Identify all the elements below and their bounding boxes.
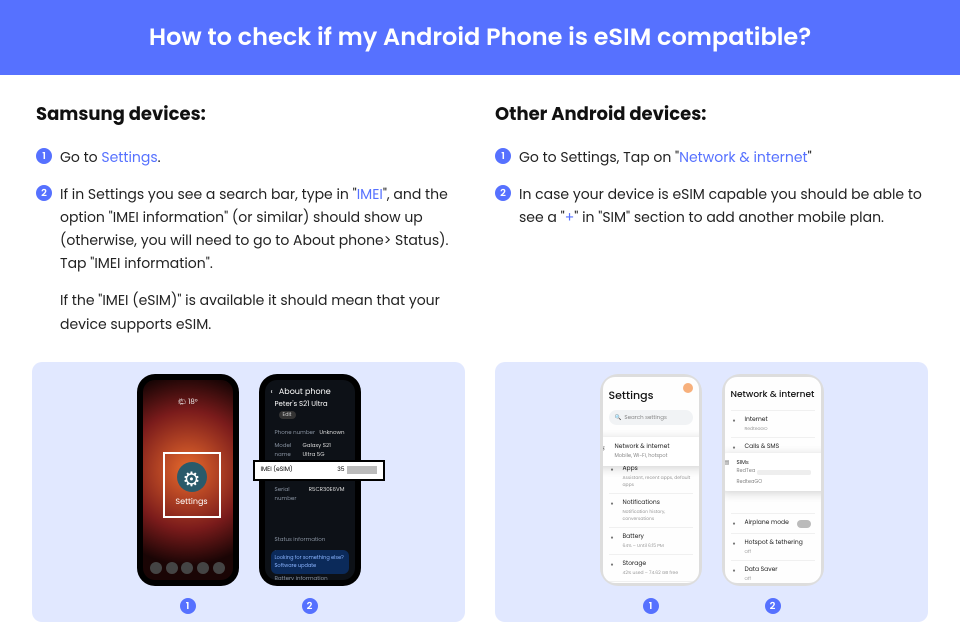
other-step-2: In case your device is eSIM capable you … xyxy=(495,183,924,229)
text: Go to Settings, Tap on " xyxy=(519,147,679,167)
settings-screen: Settings 🔍 Search settings AppsAssistant… xyxy=(603,377,699,583)
text: " in "SIM" section to add another mobile… xyxy=(574,207,884,227)
table-row: Model nameGalaxy S21 Ultra 5G xyxy=(271,439,349,461)
edit-button: Edit xyxy=(279,411,296,419)
imei-esim-label: IMEI (eSIM) xyxy=(261,466,293,475)
gear-icon xyxy=(177,462,207,492)
instructions-columns: Samsung devices: Go to Settings. If in S… xyxy=(0,75,960,350)
shot-badge-2: 2 xyxy=(302,598,318,614)
hero-title: How to check if my Android Phone is eSIM… xyxy=(0,0,960,75)
samsung-column: Samsung devices: Go to Settings. If in S… xyxy=(36,101,465,350)
samsung-shot-2-wrap: ‹ About phone Peter's S21 Ultra Edit Pho… xyxy=(259,374,361,614)
sims-label: SIMs xyxy=(737,458,821,467)
shot-badge-2: 2 xyxy=(765,598,781,614)
plus-link[interactable]: + xyxy=(565,207,575,227)
samsung-step-2: If in Settings you see a search bar, typ… xyxy=(36,183,465,275)
imei-link[interactable]: IMEI xyxy=(357,184,383,204)
settings-app-highlight: Settings xyxy=(163,452,221,518)
sim-bar xyxy=(757,470,811,475)
network-internet-callout: Network & internet Mobile, Wi-Fi, hotspo… xyxy=(603,437,699,466)
shot-badge-1: 1 xyxy=(643,598,659,614)
other-shot-2-wrap: Network & internet InternetRedteaGO Call… xyxy=(722,374,824,614)
settings-title: Settings xyxy=(609,387,693,404)
about-phone-header: About phone xyxy=(279,386,331,397)
list-item: Data SaverOff xyxy=(731,560,815,583)
other-column: Other Android devices: Go to Settings, T… xyxy=(495,101,924,350)
imei-prefix: 35 xyxy=(337,466,344,475)
other-screenshots: Settings 🔍 Search settings AppsAssistant… xyxy=(495,362,928,622)
sim-secondary: RedteaGO xyxy=(737,478,821,486)
phone-screen: Settings 🔍 Search settings AppsAssistant… xyxy=(603,377,699,583)
text: " xyxy=(808,147,812,167)
settings-app-label: Settings xyxy=(175,496,207,508)
list-item: Storage42% used – 74.62 GB free xyxy=(609,554,693,581)
shot-badge-1: 1 xyxy=(180,598,196,614)
other-shot-1-wrap: Settings 🔍 Search settings AppsAssistant… xyxy=(600,374,702,614)
table-row: Serial numberR5CR30E6VM xyxy=(271,483,349,505)
samsung-screenshots: 🌤 18° Settings 1 xyxy=(32,362,465,622)
samsung-steps: Go to Settings. If in Settings you see a… xyxy=(36,146,465,275)
samsung-shot-1-wrap: 🌤 18° Settings 1 xyxy=(137,374,239,614)
text: If in Settings you see a search bar, typ… xyxy=(60,184,357,204)
list-item: Airplane mode xyxy=(731,513,815,533)
sim-name: RedTea xyxy=(737,467,756,475)
network-internet-link[interactable]: Network & internet xyxy=(679,147,807,167)
list-item: Battery64% – Until 6:15 PM xyxy=(609,527,693,554)
imei-masked xyxy=(347,466,377,474)
samsung-step-1: Go to Settings. xyxy=(36,146,465,169)
search-footer: Looking for something else? Software upd… xyxy=(271,550,349,574)
screenshots-row: 🌤 18° Settings 1 xyxy=(32,362,928,622)
phone-frame: Network & internet InternetRedteaGO Call… xyxy=(722,374,824,586)
search-settings: 🔍 Search settings xyxy=(609,410,693,425)
home-wallpaper: 🌤 18° Settings xyxy=(143,380,233,580)
phone-frame: ‹ About phone Peter's S21 Ultra Edit Pho… xyxy=(259,374,361,586)
other-heading: Other Android devices: xyxy=(495,101,924,128)
airplane-toggle-icon xyxy=(797,520,811,528)
search-icon: 🔍 xyxy=(615,413,622,422)
other-step-1: Go to Settings, Tap on "Network & intern… xyxy=(495,146,924,169)
phone-frame: 🌤 18° Settings xyxy=(137,374,239,586)
back-icon: ‹ About phone xyxy=(271,386,349,398)
callout-subtitle: Mobile, Wi-Fi, hotspot xyxy=(615,452,699,460)
list-item: Sound & vibration xyxy=(609,581,693,583)
avatar-icon xyxy=(683,383,693,393)
other-steps: Go to Settings, Tap on "Network & intern… xyxy=(495,146,924,229)
samsung-heading: Samsung devices: xyxy=(36,101,465,128)
phone-frame: Settings 🔍 Search settings AppsAssistant… xyxy=(600,374,702,586)
imei-esim-callout: IMEI (eSIM) 35 xyxy=(253,460,385,481)
list-item: InternetRedteaGO xyxy=(731,410,815,437)
list-item: Status information xyxy=(271,533,349,546)
settings-link[interactable]: Settings xyxy=(101,147,157,167)
device-name: Peter's S21 Ultra Edit xyxy=(275,400,349,420)
weather-widget: 🌤 18° xyxy=(143,398,233,408)
sims-callout: SIMs RedTea + RedteaGO xyxy=(725,453,821,491)
callout-title: Network & internet xyxy=(615,443,699,452)
network-title: Network & internet xyxy=(731,389,815,402)
list-item: Hotspot & tetheringOff xyxy=(731,533,815,560)
search-placeholder: Search settings xyxy=(624,413,666,422)
list-item: NotificationsNotification history, conve… xyxy=(609,493,693,527)
text: . xyxy=(158,147,161,167)
text: Go to xyxy=(60,147,101,167)
samsung-step-2-note: If the "IMEI (eSIM)" is available it sho… xyxy=(36,289,465,335)
table-row: Phone numberUnknown xyxy=(271,426,349,439)
dock-icons xyxy=(149,562,227,574)
phone-screen: Network & internet InternetRedteaGO Call… xyxy=(725,377,821,583)
phone-screen: 🌤 18° Settings xyxy=(143,380,233,580)
